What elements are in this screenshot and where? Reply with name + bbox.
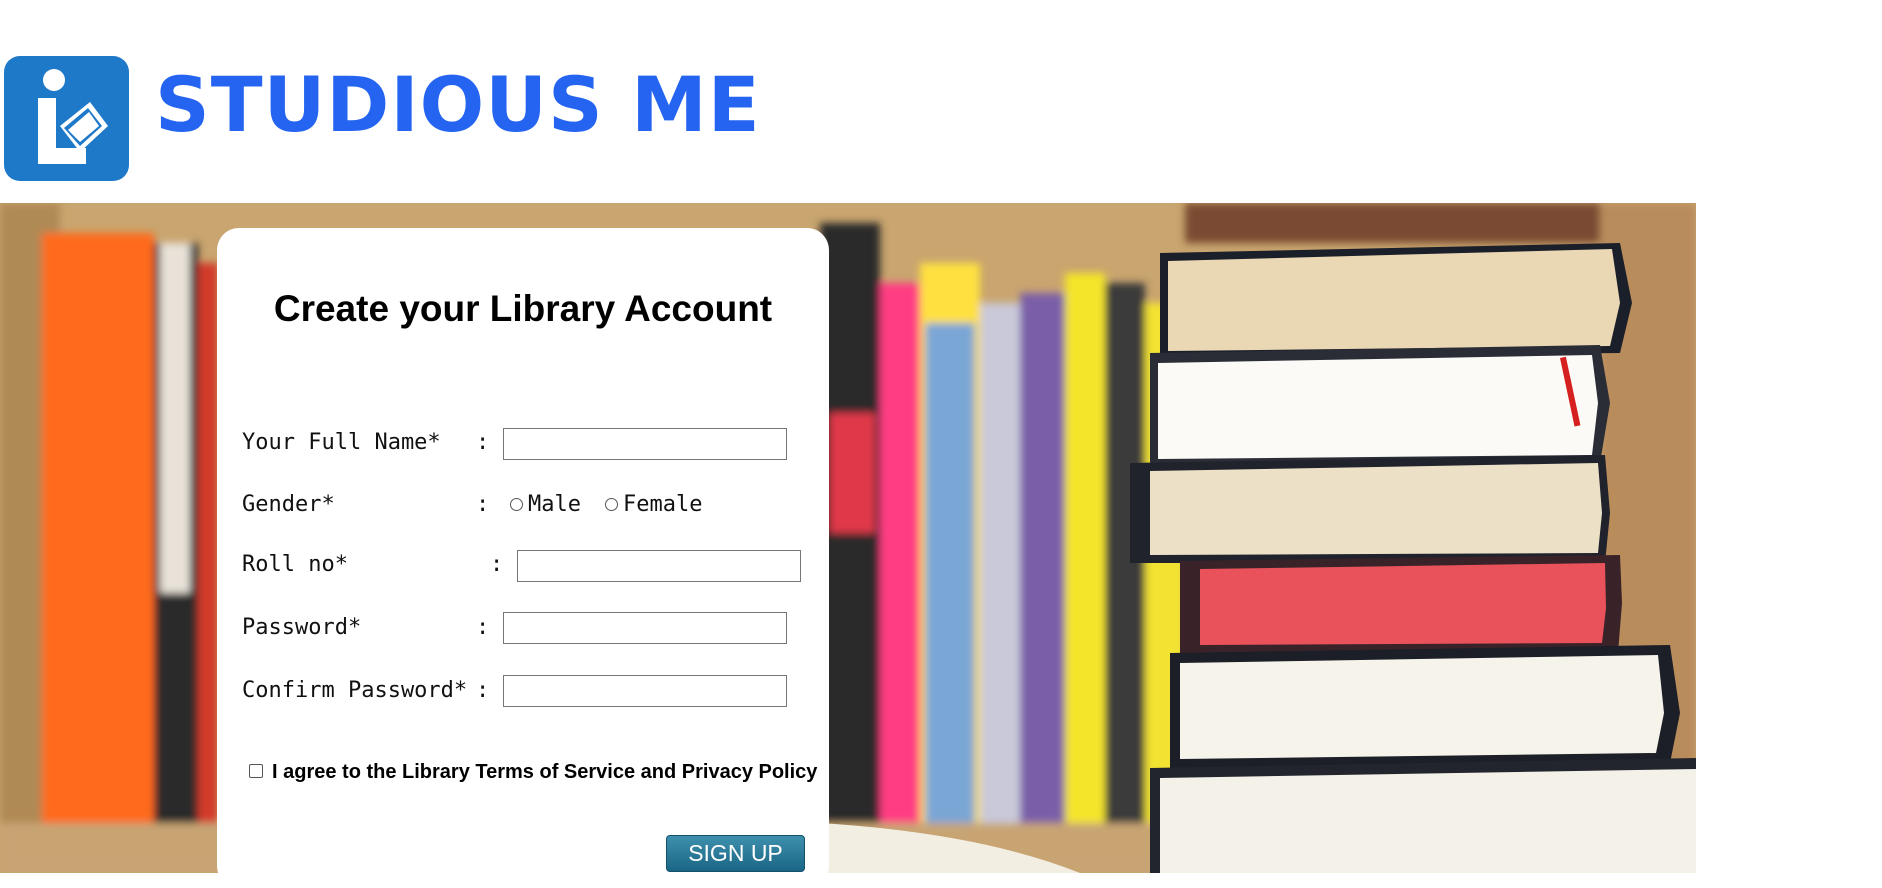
roll-no-colon: :: [490, 552, 504, 577]
password-input[interactable]: [503, 612, 787, 644]
password-label: Password*: [242, 615, 362, 640]
sign-up-button[interactable]: SIGN UP: [666, 835, 805, 872]
full-name-colon: :: [476, 430, 490, 455]
signup-form: Create your Library Account Your Full Na…: [217, 228, 829, 888]
library-reader-icon: [38, 69, 108, 164]
gender-colon: :: [476, 492, 490, 517]
book-stack: [1130, 243, 1696, 873]
roll-no-label: Roll no*: [242, 552, 348, 577]
logo: [4, 56, 129, 181]
form-title: Create your Library Account: [273, 288, 773, 329]
gender-male-label[interactable]: Male: [528, 492, 581, 517]
password-colon: :: [476, 615, 490, 640]
gender-female-radio[interactable]: [605, 498, 618, 511]
confirm-password-label: Confirm Password*: [242, 678, 468, 703]
full-name-label: Your Full Name*: [242, 430, 441, 455]
confirm-password-input[interactable]: [503, 675, 787, 707]
roll-no-input[interactable]: [517, 550, 801, 582]
brand-title: STUDIOUS ME: [155, 60, 761, 149]
agree-checkbox[interactable]: [249, 764, 263, 778]
gender-female-label[interactable]: Female: [623, 492, 702, 517]
gender-label: Gender*: [242, 492, 335, 517]
agree-label[interactable]: I agree to the Library Terms of Service …: [272, 761, 817, 784]
confirm-password-colon: :: [476, 678, 490, 703]
full-name-input[interactable]: [503, 428, 787, 460]
gender-male-radio[interactable]: [510, 498, 523, 511]
